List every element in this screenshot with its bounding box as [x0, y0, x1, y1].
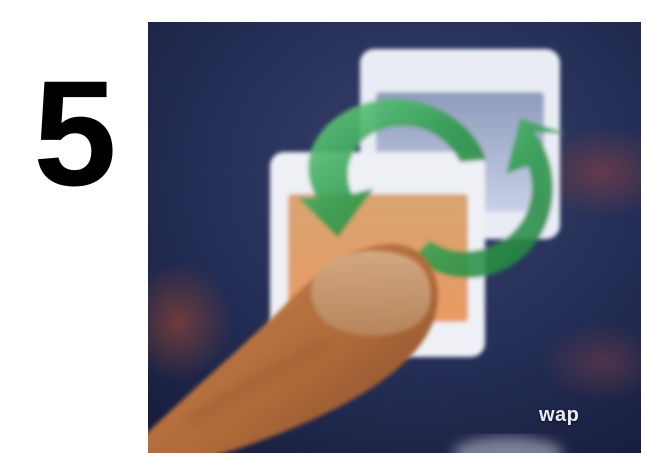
- app-label: wap: [539, 404, 580, 426]
- tablet-screen-photo: wap: [148, 22, 641, 453]
- fingernail: [311, 250, 431, 336]
- step-number: 5: [33, 49, 116, 217]
